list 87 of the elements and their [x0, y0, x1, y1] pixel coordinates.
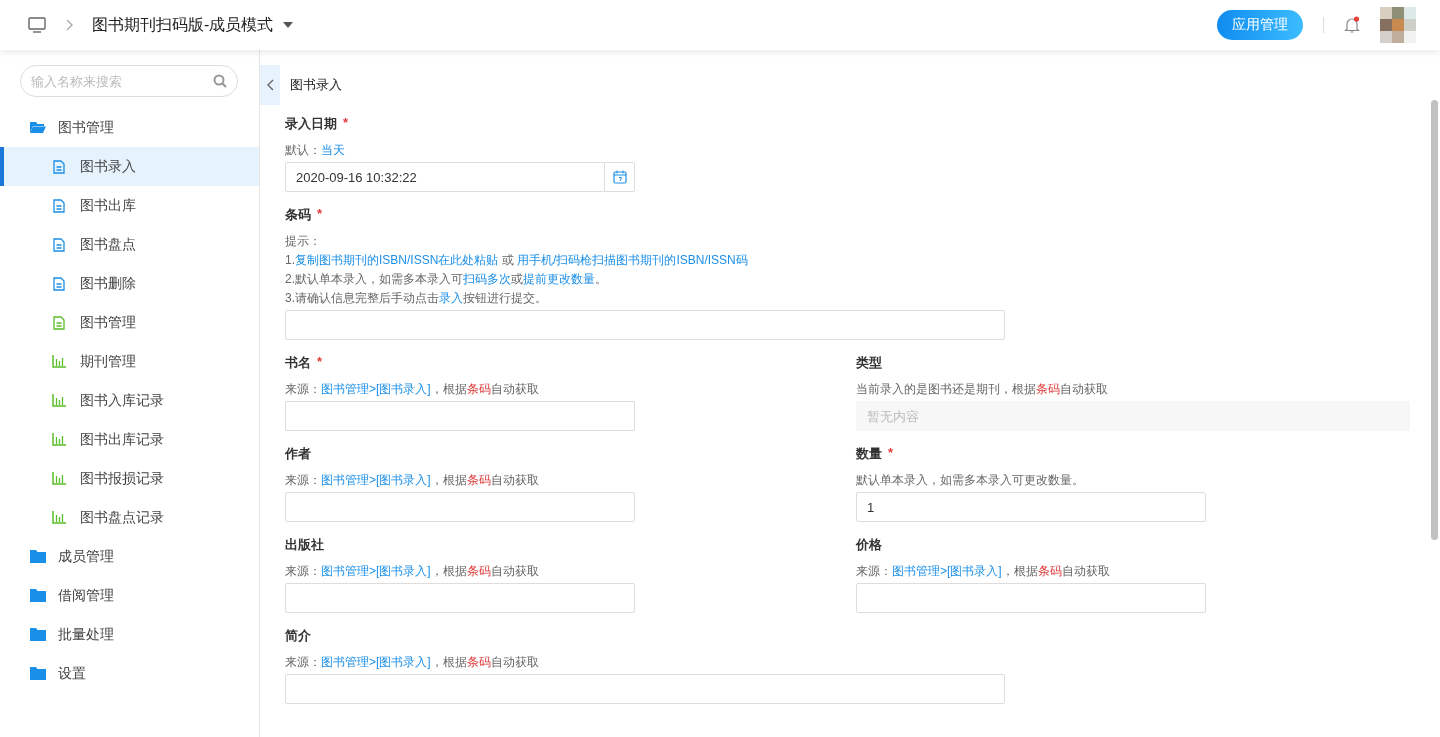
hint-link[interactable]: 图书管理>[图书录入] — [321, 473, 431, 487]
document-icon — [52, 276, 66, 291]
tree-item[interactable]: 期刊管理 — [0, 342, 259, 381]
field-label: 书名 — [285, 354, 311, 372]
search-field[interactable]: 输入名称来搜索 — [20, 65, 238, 97]
document-icon — [52, 159, 66, 174]
field-label: 出版社 — [285, 536, 324, 554]
chevron-left-icon[interactable] — [266, 79, 274, 91]
bar-chart-icon — [52, 355, 66, 368]
chevron-right-icon — [66, 19, 74, 31]
hint-text: 1.复制图书期刊的ISBN/ISSN在此处粘贴 或 用手机/扫码枪扫描图书期刊的ISBN/ISSN码 — [285, 252, 749, 269]
open-folder-icon — [30, 121, 46, 134]
calendar-icon[interactable] — [612, 170, 627, 184]
hint-text: 3.请确认信息完整后手动点击录入按钮进行提交。 — [285, 290, 548, 307]
hint-link[interactable]: 图书管理>[图书录入] — [321, 564, 431, 578]
hint-text: 来源：图书管理>[图书录入]，根据条码自动获取 — [856, 563, 1111, 580]
field-label: 类型 — [856, 354, 882, 372]
tree-item[interactable]: 图书删除 — [0, 264, 259, 303]
required-asterisk: * — [888, 445, 894, 462]
required-asterisk: * — [343, 115, 349, 132]
tree-item[interactable]: 图书入库记录 — [0, 381, 259, 420]
bell-icon[interactable] — [1344, 16, 1360, 34]
field-label: 价格 — [856, 536, 882, 554]
hint-text: 来源：图书管理>[图书录入]，根据条码自动获取 — [285, 381, 540, 398]
document-icon — [52, 315, 66, 330]
hint-text: 2.默认单本录入，如需多本录入可扫码多次或提前更改数量。 — [285, 271, 608, 288]
tree-item[interactable]: 图书出库 — [0, 186, 259, 225]
page-title: 图书录入 — [290, 76, 342, 94]
scrollbar-thumb[interactable] — [1431, 100, 1438, 540]
hint-link[interactable]: 复制图书期刊的ISBN/ISSN在此处粘贴 — [295, 253, 499, 267]
required-asterisk: * — [317, 354, 323, 371]
search-icon[interactable] — [213, 74, 227, 88]
app-title[interactable]: 图书期刊扫码版-成员模式 — [92, 14, 274, 36]
tree-item[interactable]: 图书盘点记录 — [0, 498, 259, 537]
document-icon — [52, 237, 66, 252]
date-field[interactable]: 2020-09-16 10:32:22 — [285, 162, 605, 192]
hint-text: 默认：当天 — [285, 142, 346, 159]
monitor-icon[interactable] — [28, 17, 46, 33]
folder-icon — [30, 628, 46, 641]
tree-item[interactable]: 图书出库记录 — [0, 420, 259, 459]
folder-icon — [30, 667, 46, 680]
input-field[interactable] — [285, 583, 635, 613]
bar-chart-icon — [52, 433, 66, 446]
input-field[interactable] — [285, 492, 635, 522]
tree-folder[interactable]: 借阅管理 — [0, 576, 259, 615]
tree-folder[interactable]: 成员管理 — [0, 537, 259, 576]
field-label: 作者 — [285, 445, 311, 463]
input-field[interactable] — [285, 674, 1005, 704]
folder-icon — [30, 589, 46, 602]
tree-folder[interactable]: 设置 — [0, 654, 259, 693]
hint-text: 来源：图书管理>[图书录入]，根据条码自动获取 — [285, 472, 540, 489]
caret-down-icon[interactable] — [283, 22, 294, 28]
tree-folder[interactable]: 批量处理 — [0, 615, 259, 654]
tree-item[interactable]: 图书报损记录 — [0, 459, 259, 498]
bar-chart-icon — [52, 472, 66, 485]
hint-link[interactable]: 扫码多次 — [463, 272, 511, 286]
hint-text: 默认单本录入，如需多本录入可更改数量。 — [856, 472, 1085, 489]
field-label: 条码 — [285, 206, 311, 224]
hint-link[interactable]: 图书管理>[图书录入] — [321, 382, 431, 396]
avatar-icon[interactable] — [1380, 7, 1416, 43]
hint-link[interactable]: 图书管理>[图书录入] — [892, 564, 1002, 578]
field-label: 数量 — [856, 445, 882, 463]
hint-link[interactable]: 用手机/扫码枪扫描图书期刊的ISBN/ISSN码 — [517, 253, 748, 267]
input-field[interactable] — [856, 583, 1206, 613]
hint-link[interactable]: 录入 — [439, 291, 463, 305]
hint-text: 当前录入的是图书还是期刊，根据条码自动获取 — [856, 381, 1109, 398]
tree-item[interactable]: 图书录入 — [0, 147, 259, 186]
hint-text: 提示： — [285, 233, 322, 250]
tree-folder[interactable]: 图书管理 — [0, 108, 259, 147]
input-field[interactable] — [285, 401, 635, 431]
field-label: 简介 — [285, 627, 311, 645]
hint-link[interactable]: 当天 — [321, 143, 345, 157]
hint-link[interactable]: 提前更改数量 — [523, 272, 595, 286]
calendar-button[interactable] — [605, 162, 635, 192]
input-field[interactable] — [285, 310, 1005, 340]
bar-chart-icon — [52, 394, 66, 407]
input-field[interactable]: 1 — [856, 492, 1206, 522]
hint-text: 来源：图书管理>[图书录入]，根据条码自动获取 — [285, 563, 540, 580]
document-icon — [52, 198, 66, 213]
bar-chart-icon — [52, 511, 66, 524]
hint-text: 来源：图书管理>[图书录入]，根据条码自动获取 — [285, 654, 540, 671]
tree-item[interactable]: 图书管理 — [0, 303, 259, 342]
field-label: 录入日期 — [285, 115, 337, 133]
hint-link[interactable]: 图书管理>[图书录入] — [321, 655, 431, 669]
required-asterisk: * — [317, 206, 323, 223]
tree-item[interactable]: 图书盘点 — [0, 225, 259, 264]
folder-icon — [30, 550, 46, 563]
